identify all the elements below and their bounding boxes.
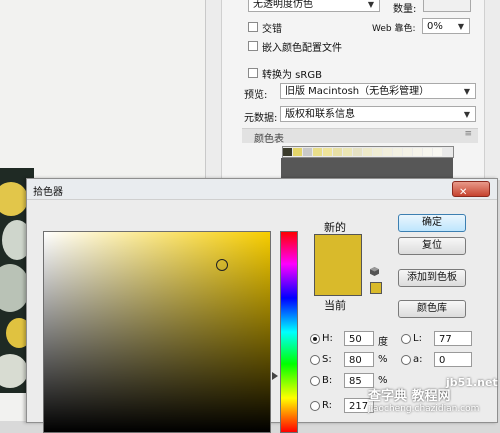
saturation-field[interactable]: 80 bbox=[344, 352, 374, 367]
close-icon: ✕ bbox=[459, 187, 468, 198]
metadata-select[interactable]: 版权和联系信息 ▼ bbox=[280, 106, 476, 122]
color-table-swatch[interactable] bbox=[423, 148, 432, 156]
hue-unit: 度 bbox=[378, 337, 388, 348]
color-table-swatch[interactable] bbox=[383, 148, 392, 156]
web-safe-color-swatch[interactable] bbox=[370, 282, 382, 294]
hue-label: H: bbox=[322, 333, 333, 344]
hue-slider[interactable] bbox=[280, 231, 298, 433]
color-table-label: 颜色表 bbox=[254, 134, 284, 145]
brightness-label: B: bbox=[322, 375, 333, 386]
color-table-swatch[interactable] bbox=[413, 148, 422, 156]
preview-value: 旧版 Macintosh（无色彩管理） bbox=[285, 86, 430, 97]
a-channel-radio[interactable] bbox=[401, 355, 411, 365]
preview-label: 预览: bbox=[244, 90, 268, 101]
color-picker-marker[interactable] bbox=[216, 259, 228, 271]
interlaced-label: 交错 bbox=[262, 24, 282, 35]
color-table-swatch[interactable] bbox=[363, 148, 372, 156]
current-color-swatch[interactable] bbox=[314, 266, 362, 296]
color-table-swatches[interactable] bbox=[282, 146, 454, 158]
chevron-down-icon: ▼ bbox=[463, 87, 471, 96]
color-table-swatch[interactable] bbox=[373, 148, 382, 156]
color-table-swatch[interactable] bbox=[403, 148, 412, 156]
new-color-swatch bbox=[314, 234, 362, 267]
color-table-swatch[interactable] bbox=[333, 148, 342, 156]
color-table-swatch[interactable] bbox=[323, 148, 332, 156]
red-label: R: bbox=[322, 400, 333, 411]
interlaced-checkbox[interactable] bbox=[248, 22, 258, 32]
current-color-label: 当前 bbox=[324, 299, 346, 312]
lightness-radio[interactable] bbox=[401, 334, 411, 344]
hue-slider-handle[interactable] bbox=[272, 372, 278, 380]
color-table-swatch[interactable] bbox=[393, 148, 402, 156]
chevron-down-icon: ▼ bbox=[463, 110, 471, 119]
preview-select[interactable]: 旧版 Macintosh（无色彩管理） ▼ bbox=[280, 83, 476, 99]
metadata-value: 版权和联系信息 bbox=[285, 109, 355, 120]
embed-profile-checkbox[interactable] bbox=[248, 41, 258, 51]
watermark-line1: 查字典 教程网 bbox=[368, 389, 451, 404]
add-to-swatches-button[interactable]: 添加到色板 bbox=[398, 269, 466, 287]
ok-button[interactable]: 确定 bbox=[398, 214, 466, 232]
hue-radio[interactable] bbox=[310, 334, 320, 344]
a-channel-field[interactable]: 0 bbox=[434, 352, 472, 367]
lightness-field[interactable]: 77 bbox=[434, 331, 472, 346]
chevron-down-icon: ▼ bbox=[367, 0, 375, 9]
brightness-radio[interactable] bbox=[310, 376, 320, 386]
watermark-site: jb51.net bbox=[446, 376, 498, 389]
a-channel-label: a: bbox=[413, 354, 423, 365]
dialog-title-bar: 拾色器 ✕ bbox=[27, 179, 497, 200]
embed-profile-label: 嵌入颜色配置文件 bbox=[262, 43, 342, 54]
red-radio[interactable] bbox=[310, 401, 320, 411]
web-snap-label: Web 靠色: bbox=[372, 24, 416, 34]
amount-field[interactable] bbox=[423, 0, 471, 12]
saturation-label: S: bbox=[322, 354, 332, 365]
convert-srgb-checkbox[interactable] bbox=[248, 68, 258, 78]
color-table-swatch[interactable] bbox=[353, 148, 362, 156]
transparency-dither-value: 无透明度仿色 bbox=[253, 0, 313, 10]
hue-field[interactable]: 50 bbox=[344, 331, 374, 346]
color-table-swatch[interactable] bbox=[433, 148, 442, 156]
color-table-swatch[interactable] bbox=[293, 148, 302, 156]
panel-menu-icon[interactable]: ≡ bbox=[464, 129, 472, 139]
web-snap-field[interactable]: 0% ▼ bbox=[422, 18, 470, 34]
new-color-label: 新的 bbox=[324, 221, 346, 234]
saturation-radio[interactable] bbox=[310, 355, 320, 365]
site-watermark: 查字典 教程网 jiaocheng.chazidian.com jb51.net bbox=[338, 376, 500, 421]
amount-label: 数量: bbox=[393, 4, 417, 15]
web-snap-value: 0% bbox=[427, 21, 443, 32]
color-table-swatch[interactable] bbox=[283, 148, 292, 156]
out-of-web-gamut-icon[interactable] bbox=[370, 267, 379, 276]
color-table-header: 颜色表 ≡ bbox=[242, 128, 478, 145]
convert-srgb-label: 转换为 sRGB bbox=[262, 70, 322, 81]
transparency-dither-select[interactable]: 无透明度仿色 ▼ bbox=[248, 0, 380, 12]
close-button[interactable]: ✕ bbox=[452, 181, 490, 198]
reset-button[interactable]: 复位 bbox=[398, 237, 466, 255]
saturation-brightness-field[interactable] bbox=[43, 231, 271, 433]
color-table-swatch[interactable] bbox=[303, 148, 312, 156]
metadata-label: 元数据: bbox=[244, 113, 278, 124]
dialog-title: 拾色器 bbox=[33, 187, 63, 198]
color-table-swatch[interactable] bbox=[343, 148, 352, 156]
lightness-label: L: bbox=[413, 333, 422, 344]
watermark-line2: jiaocheng.chazidian.com bbox=[368, 404, 480, 414]
color-libraries-button[interactable]: 颜色库 bbox=[398, 300, 466, 318]
panel-divider bbox=[281, 158, 453, 180]
color-table-swatch[interactable] bbox=[313, 148, 322, 156]
saturation-unit: % bbox=[378, 354, 388, 365]
chevron-down-icon: ▼ bbox=[457, 22, 465, 31]
